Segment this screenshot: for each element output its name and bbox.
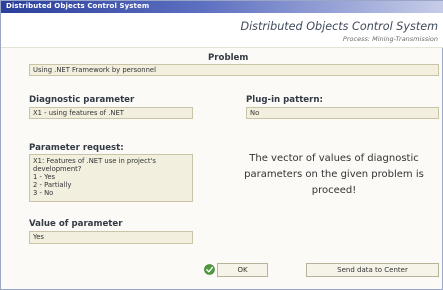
window-title: Distributed Objects Control System: [6, 2, 150, 10]
parameter-request-field[interactable]: X1: Features of .NET use in project's de…: [29, 154, 193, 202]
app-title: Distributed Objects Control System: [240, 20, 438, 33]
parameter-request-label: Parameter request:: [29, 143, 124, 153]
title-bar[interactable]: Distributed Objects Control System: [1, 1, 443, 13]
diagnostic-parameter-field[interactable]: X1 - using features of .NET: [29, 107, 193, 119]
plugin-pattern-label: Plug-in pattern:: [246, 95, 323, 105]
status-message: The vector of values of diagnostic param…: [244, 153, 424, 196]
problem-label: Problem: [208, 53, 249, 63]
send-data-button[interactable]: Send data to Center: [306, 263, 439, 277]
checkmark-icon: [204, 264, 215, 275]
diagnostic-parameter-label: Diagnostic parameter: [29, 95, 135, 105]
value-of-parameter-label: Value of parameter: [29, 219, 123, 229]
problem-field[interactable]: Using .NET Framework by personnel: [29, 64, 439, 76]
plugin-pattern-field[interactable]: No: [246, 107, 439, 119]
app-subtitle: Process: Mining-Transmission: [342, 35, 438, 43]
value-of-parameter-field[interactable]: Yes: [29, 231, 193, 244]
main-window: Distributed Objects Control System Distr…: [0, 0, 443, 290]
ok-button[interactable]: OK: [217, 263, 268, 277]
